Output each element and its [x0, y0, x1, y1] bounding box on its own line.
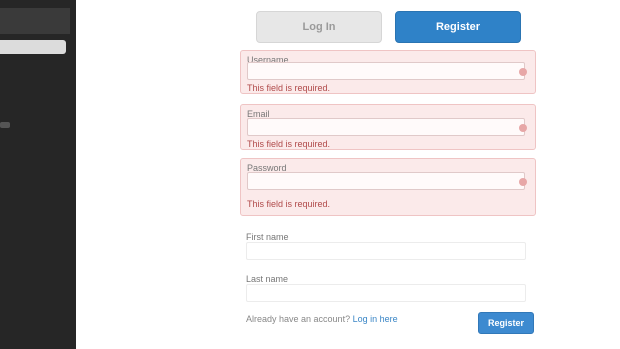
footer-text: Already have an account? [246, 314, 351, 324]
error-icon [519, 68, 527, 76]
email-field-group: Email This field is required. [240, 104, 536, 150]
email-input[interactable] [247, 118, 525, 136]
last-name-field-group: Last name [240, 268, 536, 304]
sidebar [0, 0, 76, 349]
username-input[interactable] [247, 62, 525, 80]
email-error: This field is required. [247, 139, 331, 149]
first-name-input[interactable] [246, 242, 526, 260]
error-icon [519, 124, 527, 132]
sidebar-active-item[interactable] [0, 40, 66, 54]
last-name-label: Last name [246, 274, 289, 284]
username-field-group: Username This field is required. [240, 50, 536, 94]
tab-register[interactable]: Register [395, 11, 521, 43]
tab-login[interactable]: Log In [256, 11, 382, 43]
last-name-input[interactable] [246, 284, 526, 302]
register-submit-button[interactable]: Register [478, 312, 534, 334]
sidebar-nav-item[interactable] [0, 120, 14, 130]
error-icon [519, 178, 527, 186]
first-name-field-group: First name [240, 226, 536, 262]
first-name-label: First name [246, 232, 289, 242]
password-error: This field is required. [247, 199, 331, 209]
password-field-group: Password This field is required. [240, 158, 536, 216]
password-input[interactable] [247, 172, 525, 190]
sidebar-brand[interactable] [0, 8, 70, 34]
username-error: This field is required. [247, 83, 331, 93]
login-link[interactable]: Log in here [353, 314, 398, 324]
menu-icon [0, 122, 10, 128]
footer-note: Already have an account? Log in here [246, 314, 398, 324]
